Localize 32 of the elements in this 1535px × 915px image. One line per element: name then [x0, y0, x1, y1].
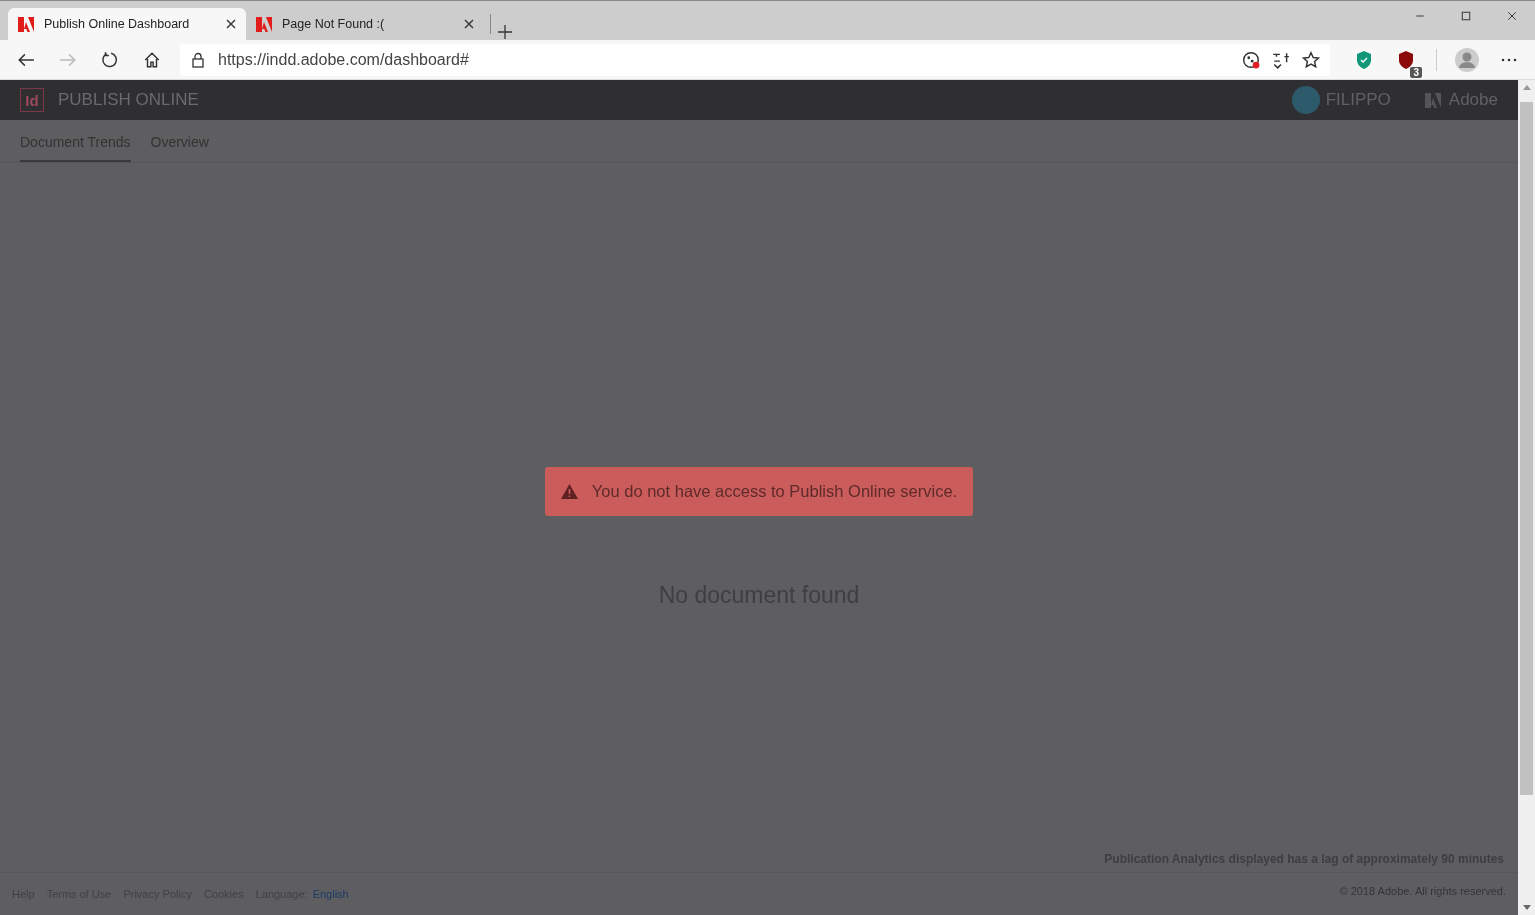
translate-icon: [1272, 50, 1290, 69]
more-icon: [1501, 57, 1517, 62]
browser-tab[interactable]: Publish Online Dashboard: [8, 8, 246, 40]
alert-message: You do not have access to Publish Online service.: [591, 481, 958, 501]
close-icon: [1506, 10, 1518, 22]
app-logo: Id: [20, 88, 44, 112]
scroll-up-icon: [1522, 85, 1531, 90]
adobe-logo-icon: [1424, 92, 1441, 108]
cookie-icon: [1242, 50, 1260, 69]
scroll-down-icon: [1522, 905, 1531, 910]
avatar-icon: [1455, 47, 1479, 72]
address-bar[interactable]: https://indd.adobe.com/dashboard#: [180, 43, 1330, 76]
close-tab-icon[interactable]: [464, 19, 474, 29]
browser-tab[interactable]: Page Not Found :(: [246, 8, 484, 40]
warning-icon: [560, 483, 578, 499]
user-avatar[interactable]: [1291, 86, 1320, 114]
refresh-icon: [101, 50, 119, 69]
app-title: PUBLISH ONLINE: [58, 90, 199, 110]
lock-icon: [190, 51, 206, 68]
language-link[interactable]: English: [312, 888, 349, 900]
count-badge: 3: [1410, 66, 1422, 78]
maximize-icon: [1460, 10, 1472, 22]
favorite-star-icon: [1302, 50, 1320, 69]
close-tab-icon[interactable]: [226, 19, 236, 29]
scrollbar[interactable]: [1518, 80, 1535, 915]
shield-icon: [1398, 50, 1414, 69]
home-icon: [143, 50, 161, 69]
adobe-logo-icon: [256, 16, 272, 32]
new-tab-icon: [497, 24, 513, 40]
adobe-logo-icon: [18, 16, 34, 32]
shield-icon: [1356, 50, 1372, 69]
shield-extension-button[interactable]: 3: [1388, 41, 1424, 78]
